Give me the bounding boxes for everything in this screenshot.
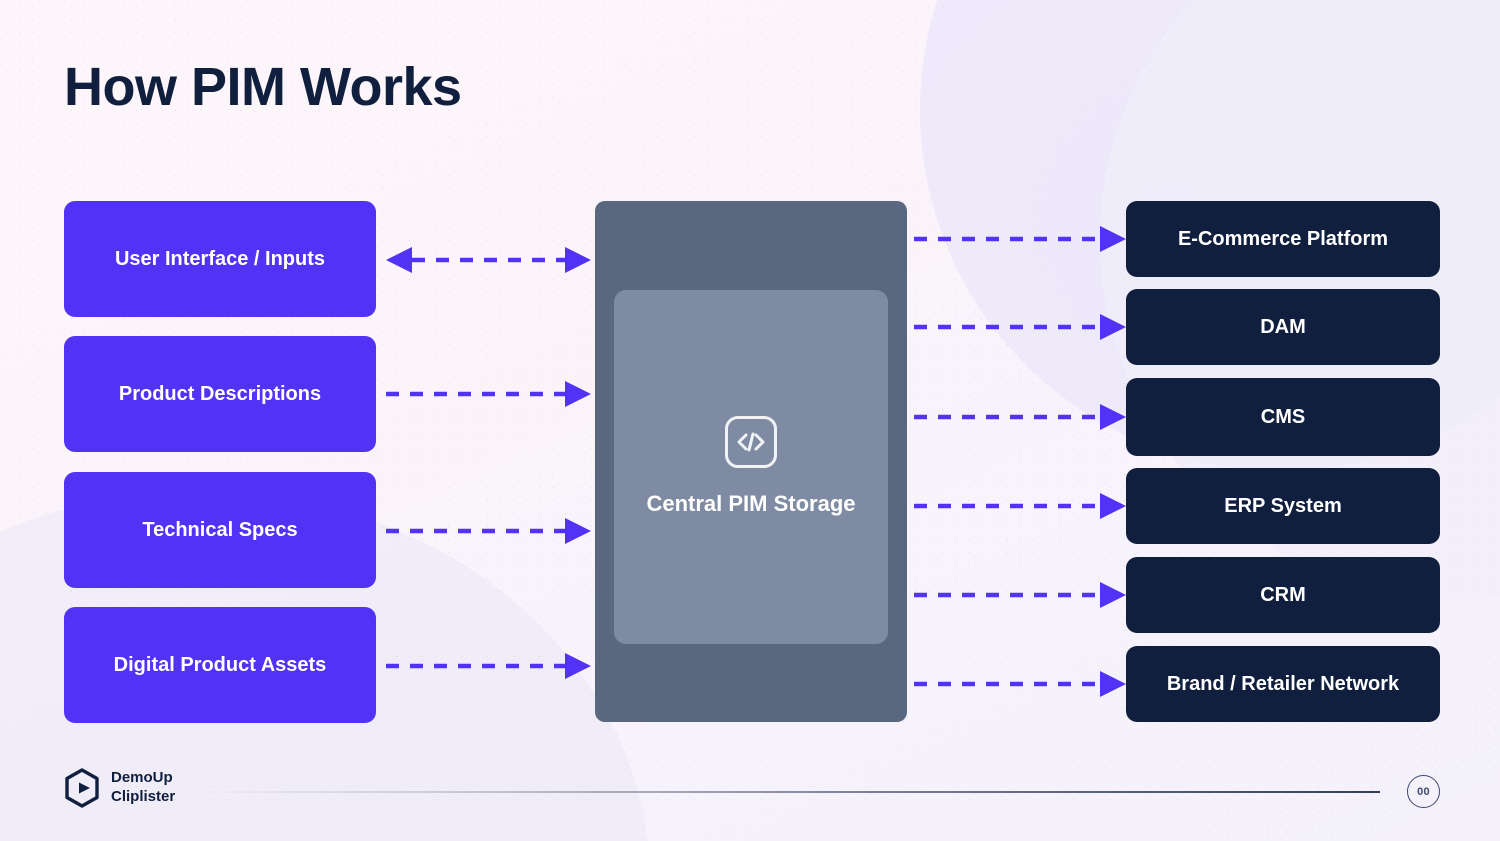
- footer-divider: [195, 791, 1380, 793]
- arrow-digital-assets-to-storage: [386, 653, 591, 679]
- destination-node-crm[interactable]: CRM: [1126, 557, 1440, 633]
- destination-node-label: CMS: [1260, 405, 1306, 428]
- destination-node-dam[interactable]: DAM: [1126, 289, 1440, 365]
- destination-node-label: CRM: [1260, 583, 1306, 606]
- slide-canvas: How PIM Works User Interface / Inputs Pr…: [0, 0, 1500, 841]
- source-node-label: Digital Product Assets: [113, 653, 327, 676]
- brand-logo: DemoUp Cliplister: [64, 768, 175, 808]
- arrow-technical-specs-to-storage: [386, 518, 591, 544]
- brand-logo-line-2: Cliplister: [111, 788, 176, 805]
- page-number-badge: 00: [1407, 775, 1440, 808]
- arrow-product-descriptions-to-storage: [386, 381, 591, 407]
- source-node-technical-specs[interactable]: Technical Specs: [64, 472, 376, 588]
- destination-node-label: Brand / Retailer Network: [1166, 672, 1400, 695]
- code-icon: [725, 415, 777, 468]
- source-node-digital-product-assets[interactable]: Digital Product Assets: [64, 607, 376, 723]
- arrow-user-interface-to-storage: [386, 247, 591, 273]
- source-node-label: Product Descriptions: [118, 382, 322, 405]
- source-node-label: User Interface / Inputs: [114, 247, 326, 270]
- page-number-value: 00: [1417, 785, 1430, 798]
- hexagon-play-icon: [65, 768, 99, 808]
- destination-node-label: E-Commerce Platform: [1177, 227, 1389, 250]
- central-pim-storage-panel: Central PIM Storage: [614, 290, 888, 644]
- destination-node-label: DAM: [1260, 315, 1306, 338]
- source-node-product-descriptions[interactable]: Product Descriptions: [64, 336, 376, 452]
- source-node-label: Technical Specs: [142, 518, 298, 541]
- arrow-storage-to-brand-retailer-network: [914, 671, 1126, 697]
- destination-node-brand-retailer-network[interactable]: Brand / Retailer Network: [1126, 646, 1440, 722]
- destination-node-label: ERP System: [1224, 494, 1342, 517]
- destination-node-erp-system[interactable]: ERP System: [1126, 468, 1440, 544]
- arrow-storage-to-dam: [914, 314, 1126, 340]
- arrow-storage-to-erp-system: [914, 493, 1126, 519]
- central-pim-storage-node[interactable]: Central PIM Storage: [595, 201, 907, 722]
- central-pim-storage-label: Central PIM Storage: [646, 490, 856, 516]
- source-node-user-interface[interactable]: User Interface / Inputs: [64, 201, 376, 317]
- destination-node-ecommerce-platform[interactable]: E-Commerce Platform: [1126, 201, 1440, 277]
- page-title: How PIM Works: [64, 57, 462, 117]
- arrow-storage-to-cms: [914, 404, 1126, 430]
- arrow-storage-to-crm: [914, 582, 1126, 608]
- brand-logo-text: DemoUp Cliplister: [111, 769, 175, 807]
- arrow-storage-to-ecommerce-platform: [914, 226, 1126, 252]
- brand-logo-line-1: DemoUp: [111, 769, 173, 787]
- destination-node-cms[interactable]: CMS: [1126, 378, 1440, 456]
